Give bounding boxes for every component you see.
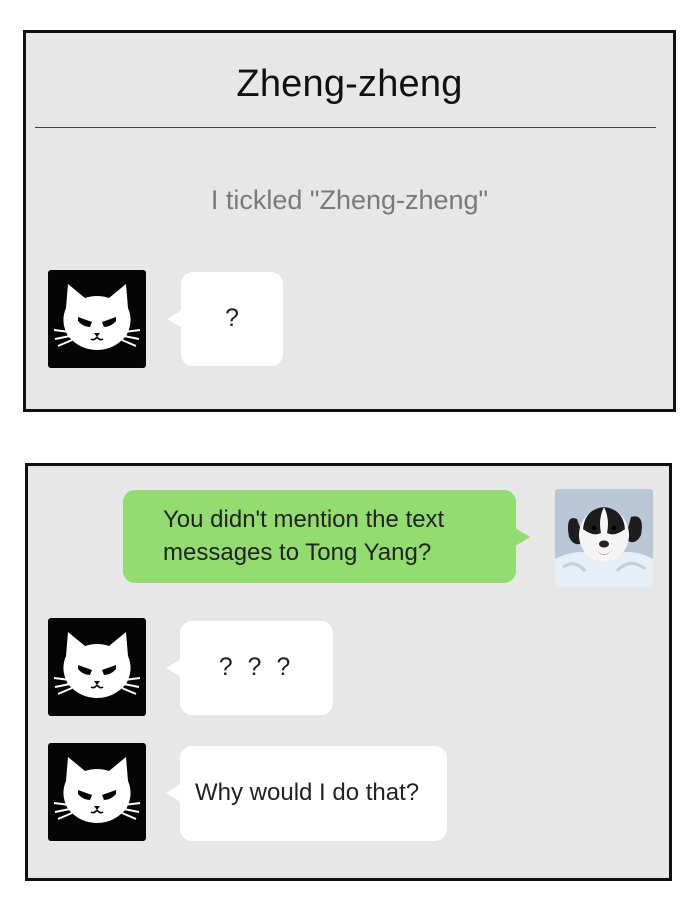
bubble-tail bbox=[515, 528, 530, 546]
message-bubble-incoming[interactable]: Why would I do that? bbox=[166, 746, 447, 841]
message-text: ? bbox=[225, 304, 239, 333]
chat-title: Zheng-zheng bbox=[236, 63, 463, 105]
message-bubble-outgoing[interactable]: You didn't mention the text messages to … bbox=[123, 490, 530, 583]
message-bubble-incoming[interactable]: ? ? ? bbox=[166, 621, 333, 715]
message-text: Why would I do that? bbox=[195, 779, 420, 807]
message-bubble-incoming[interactable]: ? bbox=[167, 272, 283, 366]
bubble-tail bbox=[166, 659, 181, 677]
cat-icon bbox=[53, 756, 141, 824]
cat-avatar[interactable] bbox=[48, 618, 146, 716]
bubble-tail bbox=[166, 784, 181, 802]
cat-icon bbox=[53, 631, 141, 699]
dog-icon bbox=[555, 489, 653, 587]
cat-icon bbox=[53, 283, 141, 351]
message-text: You didn't mention the text messages to … bbox=[163, 506, 445, 566]
system-notice: I tickled "Zheng-zheng" bbox=[210, 185, 489, 215]
header-divider bbox=[35, 127, 656, 128]
chat-panel-bottom: You didn't mention the text messages to … bbox=[25, 463, 672, 881]
dog-avatar[interactable] bbox=[555, 489, 653, 587]
message-text: ? ? ? bbox=[218, 653, 295, 682]
cat-avatar[interactable] bbox=[48, 743, 146, 841]
chat-panel-top: Zheng-zheng I tickled "Zheng-zheng" ? bbox=[23, 30, 676, 412]
cat-avatar[interactable] bbox=[48, 270, 146, 368]
bubble-tail bbox=[167, 310, 182, 328]
